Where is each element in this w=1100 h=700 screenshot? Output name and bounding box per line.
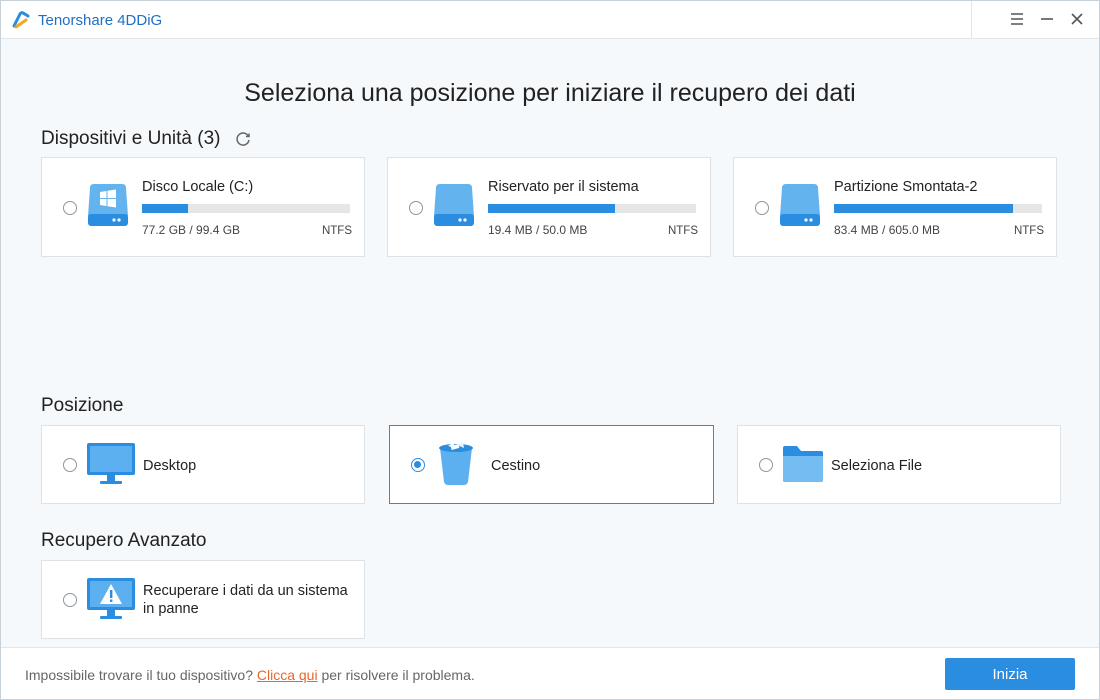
- footer-help-text: Impossibile trovare il tuo dispositivo? …: [25, 667, 475, 683]
- device-radio[interactable]: [755, 201, 769, 215]
- location-radio[interactable]: [63, 458, 77, 472]
- drive-name: Riservato per il sistema: [488, 179, 639, 195]
- location-label: Cestino: [491, 458, 541, 474]
- drive-size: 83.4 MB / 605.0 MB: [834, 223, 941, 237]
- minimize-button[interactable]: [1037, 9, 1057, 29]
- drive-name: Disco Locale (C:): [142, 179, 254, 195]
- usage-bar-fill: [488, 204, 615, 213]
- close-icon: [1071, 13, 1083, 25]
- location-card-seleziona-file[interactable]: Seleziona File: [737, 425, 1061, 504]
- device-radio[interactable]: [63, 201, 77, 215]
- drive-size: 77.2 GB / 99.4 GB: [142, 223, 241, 237]
- warning-monitor-icon: [87, 578, 135, 619]
- device-radio[interactable]: [409, 201, 423, 215]
- title-bar-divider: [971, 1, 972, 38]
- usage-bar-fill: [142, 204, 188, 213]
- usage-bar-fill: [834, 204, 1013, 213]
- usage-bar: [142, 204, 350, 213]
- app-title: Tenorshare 4DDiG: [38, 12, 163, 29]
- advanced-label-line2: in panne: [143, 601, 199, 617]
- advanced-card-crashed-system[interactable]: Recuperare i dati da un sistema in panne: [41, 560, 365, 639]
- footer-text-after: per risolvere il problema.: [317, 667, 475, 683]
- footer-text-before: Impossibile trovare il tuo dispositivo?: [25, 667, 257, 683]
- device-card-partizione-smontata[interactable]: Partizione Smontata-2 83.4 MB / 605.0 MB…: [733, 157, 1057, 257]
- devices-section-title: Dispositivi e Unità (3): [41, 128, 221, 149]
- location-section-title: Posizione: [41, 395, 124, 416]
- refresh-icon[interactable]: [233, 129, 253, 149]
- desktop-monitor-icon: [87, 443, 135, 484]
- drive-size: 19.4 MB / 50.0 MB: [488, 223, 588, 237]
- app-logo-icon: [12, 11, 30, 29]
- recycle-bin-icon: [439, 442, 473, 485]
- usage-bar: [834, 204, 1042, 213]
- advanced-section-title: Recupero Avanzato: [41, 530, 207, 551]
- location-radio[interactable]: [759, 458, 773, 472]
- windows-drive-icon: [88, 184, 128, 226]
- menu-button[interactable]: [1007, 9, 1027, 29]
- advanced-radio[interactable]: [63, 593, 77, 607]
- location-label: Desktop: [143, 458, 197, 474]
- minimize-icon: [1041, 18, 1053, 20]
- drive-icon: [780, 184, 820, 226]
- advanced-label-line1: Recuperare i dati da un sistema: [143, 583, 348, 599]
- usage-bar: [488, 204, 696, 213]
- drive-name: Partizione Smontata-2: [834, 179, 978, 195]
- location-radio[interactable]: [411, 458, 425, 472]
- device-card-disco-locale[interactable]: Disco Locale (C:) 77.2 GB / 99.4 GB NTFS: [41, 157, 365, 257]
- title-bar: Tenorshare 4DDiG: [1, 1, 1099, 39]
- drive-filesystem: NTFS: [667, 225, 698, 237]
- hamburger-menu-icon: [1011, 13, 1023, 25]
- location-card-desktop[interactable]: Desktop: [41, 425, 365, 504]
- footer-bar: Impossibile trovare il tuo dispositivo? …: [1, 647, 1099, 699]
- folder-icon: [783, 446, 823, 482]
- location-label: Seleziona File: [831, 458, 923, 474]
- drive-icon: [434, 184, 474, 226]
- location-card-cestino[interactable]: Cestino: [389, 425, 714, 504]
- app-window: Tenorshare 4DDiG Seleziona una posizione…: [0, 0, 1100, 700]
- close-button[interactable]: [1067, 9, 1087, 29]
- page-title: Seleziona una posizione per iniziare il …: [244, 79, 856, 107]
- device-card-riservato[interactable]: Riservato per il sistema 19.4 MB / 50.0 …: [387, 157, 711, 257]
- start-button[interactable]: Inizia: [945, 658, 1075, 690]
- help-link[interactable]: Clicca qui: [257, 667, 318, 683]
- drive-filesystem: NTFS: [321, 225, 352, 237]
- drive-filesystem: NTFS: [1013, 225, 1044, 237]
